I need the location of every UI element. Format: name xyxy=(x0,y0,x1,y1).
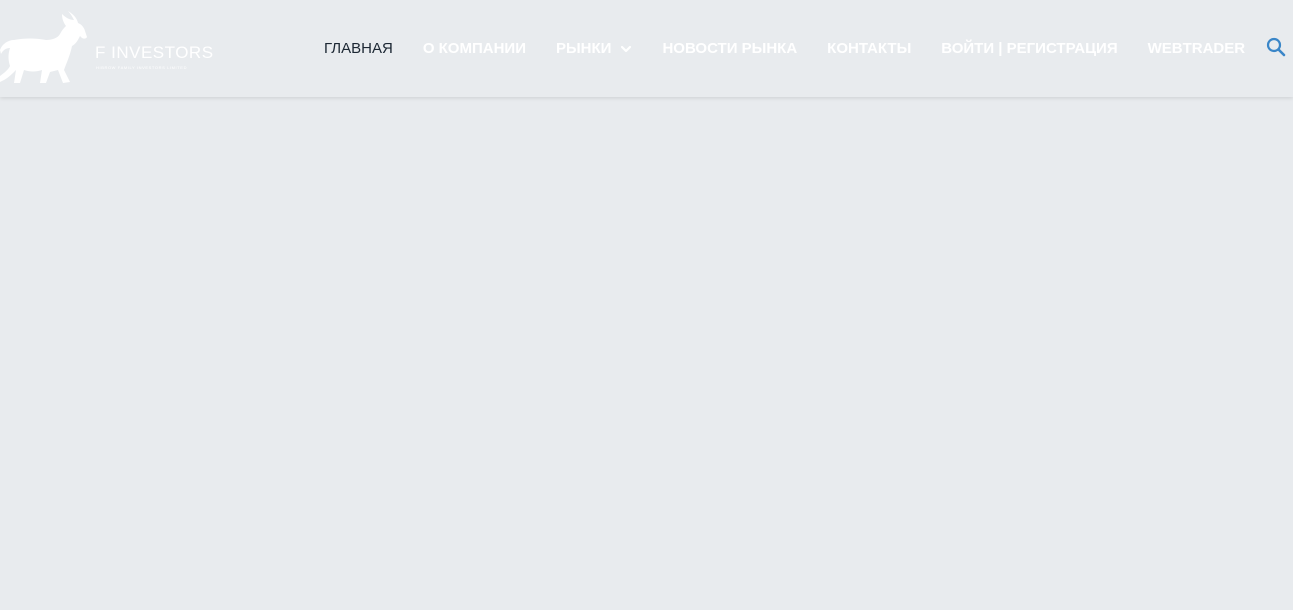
nav-item-market-news[interactable]: НОВОСТИ РЫНКА xyxy=(647,40,812,57)
nav-item-label: ГЛАВНАЯ xyxy=(324,40,393,57)
nav-item-about[interactable]: О КОМПАНИИ xyxy=(408,40,541,57)
main-nav: ГЛАВНАЯ О КОМПАНИИ РЫНКИ НОВОСТИ РЫНКА К… xyxy=(309,0,1260,97)
search-icon xyxy=(1266,37,1286,57)
nav-item-label: НОВОСТИ РЫНКА xyxy=(662,40,798,57)
nav-item-home[interactable]: ГЛАВНАЯ xyxy=(309,40,408,57)
nav-item-label: КОНТАКТЫ xyxy=(827,40,912,57)
nav-item-label: О КОМПАНИИ xyxy=(422,40,526,57)
nav-item-label: РЫНКИ xyxy=(555,40,612,57)
nav-item-contacts[interactable]: КОНТАКТЫ xyxy=(812,40,926,57)
chevron-down-icon xyxy=(621,45,632,52)
brand-tagline: HIBROW FAMILY INVESTORS LIMITED xyxy=(96,65,188,70)
nav-item-login-register[interactable]: ВОЙТИ | РЕГИСТРАЦИЯ xyxy=(926,40,1132,57)
search-button[interactable] xyxy=(1265,36,1287,58)
nav-item-label: ВОЙТИ | РЕГИСТРАЦИЯ xyxy=(941,40,1118,57)
brand-name: F INVESTORS xyxy=(95,43,214,62)
bull-icon xyxy=(0,11,87,83)
site-header: F INVESTORS HIBROW FAMILY INVESTORS LIMI… xyxy=(0,0,1293,97)
logo[interactable]: F INVESTORS HIBROW FAMILY INVESTORS LIMI… xyxy=(0,10,213,86)
nav-item-label: WEBTRADER xyxy=(1147,40,1246,57)
nav-item-markets[interactable]: РЫНКИ xyxy=(541,40,647,57)
nav-item-webtrader[interactable]: WEBTRADER xyxy=(1133,40,1261,57)
